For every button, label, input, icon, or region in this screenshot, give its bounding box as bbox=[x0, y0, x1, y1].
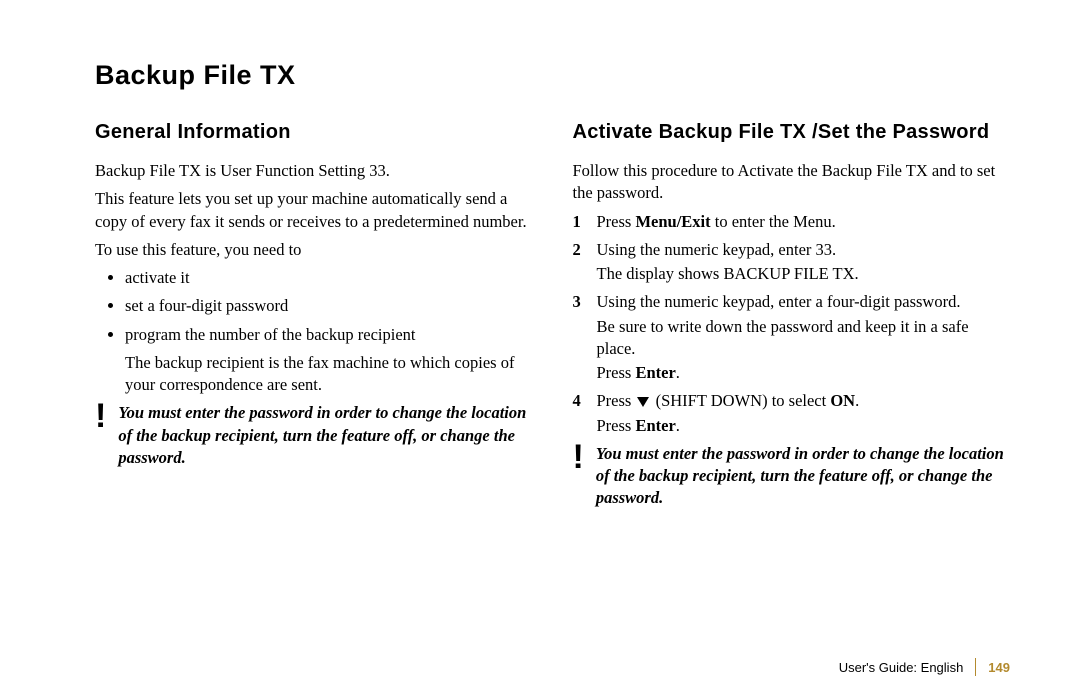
left-column: General Information Backup File TX is Us… bbox=[95, 119, 533, 658]
bold-label: Enter bbox=[635, 416, 675, 435]
two-column-layout: General Information Backup File TX is Us… bbox=[95, 119, 1010, 658]
sub-paragraph: The backup recipient is the fax machine … bbox=[125, 352, 533, 397]
numbered-steps: Press Menu/Exit to enter the Menu. Using… bbox=[573, 211, 1011, 437]
bold-label: Enter bbox=[635, 363, 675, 382]
step-subtext: The display shows BACKUP FILE TX. bbox=[597, 263, 1011, 285]
step-text: Using the numeric keypad, enter a four-d… bbox=[597, 292, 961, 311]
step-3: Using the numeric keypad, enter a four-d… bbox=[573, 291, 1011, 384]
page-footer: User's Guide: English 149 bbox=[839, 658, 1010, 676]
step-2: Using the numeric keypad, enter 33. The … bbox=[573, 239, 1011, 286]
document-page: Backup File TX General Information Backu… bbox=[0, 0, 1080, 698]
bold-label: Menu/Exit bbox=[635, 212, 710, 231]
section-heading-activate: Activate Backup File TX /Set the Passwor… bbox=[573, 119, 1011, 146]
note-text: You must enter the password in order to … bbox=[596, 443, 1010, 510]
step-4: Press (SHIFT DOWN) to select ON. Press E… bbox=[573, 390, 1011, 437]
step-1: Press Menu/Exit to enter the Menu. bbox=[573, 211, 1011, 233]
down-triangle-icon bbox=[637, 397, 649, 407]
paragraph: Backup File TX is User Function Setting … bbox=[95, 160, 533, 182]
list-item: program the number of the backup recipie… bbox=[125, 324, 533, 346]
important-note: ! You must enter the password in order t… bbox=[573, 443, 1011, 510]
section-heading-general: General Information bbox=[95, 119, 533, 146]
step-text: (SHIFT DOWN) to select bbox=[651, 391, 830, 410]
paragraph: Follow this procedure to Activate the Ba… bbox=[573, 160, 1011, 205]
exclamation-icon: ! bbox=[573, 443, 584, 472]
footer-divider bbox=[975, 658, 976, 676]
footer-guide-label: User's Guide: English bbox=[839, 660, 964, 675]
bullet-list: activate it set a four-digit password pr… bbox=[95, 267, 533, 346]
step-subtext: Press Enter. bbox=[597, 415, 1011, 437]
page-title: Backup File TX bbox=[95, 60, 1010, 91]
list-item: activate it bbox=[125, 267, 533, 289]
step-subtext: Press Enter. bbox=[597, 362, 1011, 384]
paragraph: This feature lets you set up your machin… bbox=[95, 188, 533, 233]
exclamation-icon: ! bbox=[95, 402, 106, 431]
paragraph: To use this feature, you need to bbox=[95, 239, 533, 261]
step-text: to enter the Menu. bbox=[711, 212, 836, 231]
right-column: Activate Backup File TX /Set the Passwor… bbox=[573, 119, 1011, 658]
bold-label: ON bbox=[830, 391, 855, 410]
page-number: 149 bbox=[988, 660, 1010, 675]
step-text: Press bbox=[597, 391, 636, 410]
step-text: Using the numeric keypad, enter 33. bbox=[597, 240, 837, 259]
list-item: set a four-digit password bbox=[125, 295, 533, 317]
step-subtext: Be sure to write down the password and k… bbox=[597, 316, 1011, 361]
important-note: ! You must enter the password in order t… bbox=[95, 402, 533, 469]
note-text: You must enter the password in order to … bbox=[118, 402, 532, 469]
step-text: Press bbox=[597, 212, 636, 231]
